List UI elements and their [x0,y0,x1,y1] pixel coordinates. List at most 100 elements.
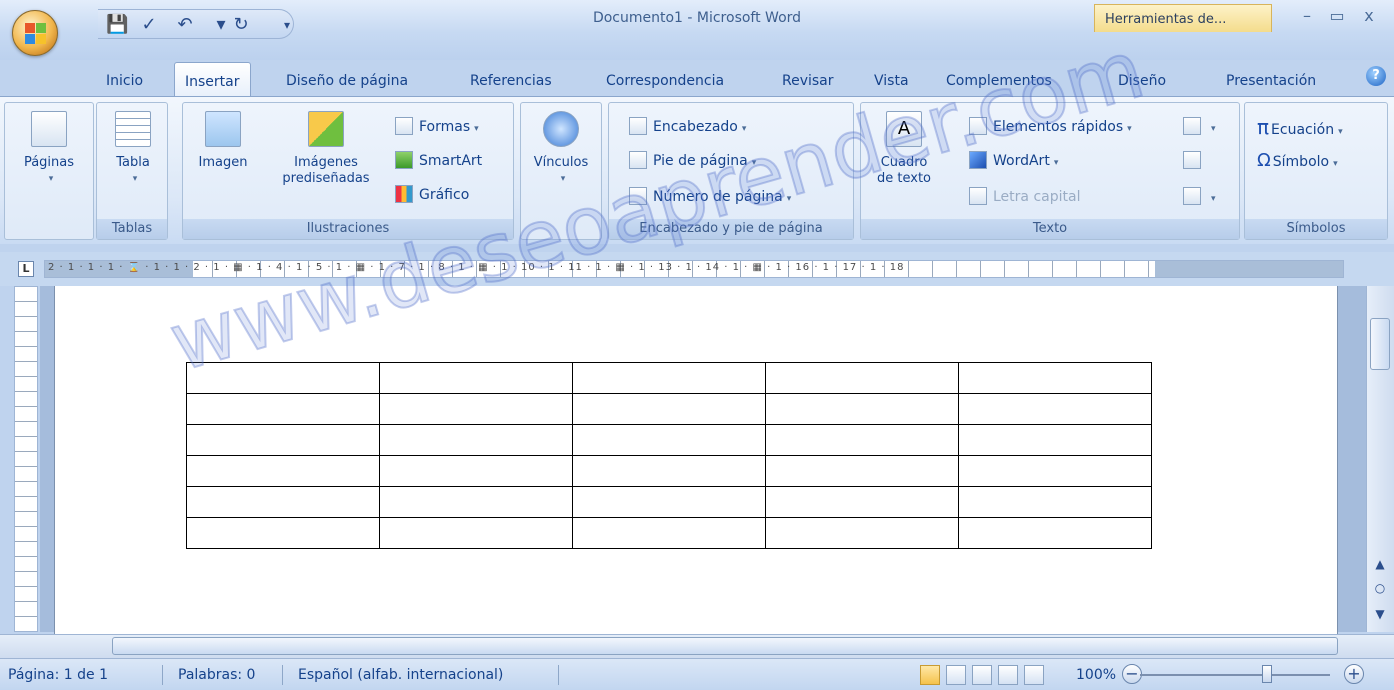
table-cell[interactable] [958,424,1152,456]
link-icon [543,111,579,147]
table-cell[interactable] [765,455,959,487]
signature-button[interactable]: ▾ [1183,115,1216,139]
tab-inicio[interactable]: Inicio [106,62,143,96]
elementos-label: Elementos rápidos [993,119,1124,135]
table-cell[interactable] [379,486,573,518]
zoom-in-button[interactable]: + [1344,664,1364,684]
tab-selector-button[interactable]: L [18,261,34,277]
horizontal-scroll-thumb[interactable] [112,637,1338,655]
document-table[interactable] [186,362,1152,549]
zoom-slider[interactable] [1140,674,1330,676]
table-cell[interactable] [379,362,573,394]
group-texto: A Cuadro de texto Elementos rápidos ▾ Wor… [860,102,1240,240]
ecuacion-label: Ecuación [1271,122,1335,138]
status-words[interactable]: Palabras: 0 [178,667,255,683]
help-icon[interactable]: ? [1366,66,1386,86]
table-cell[interactable] [186,455,380,487]
tab-revisar[interactable]: Revisar [782,62,834,96]
table-cell[interactable] [958,486,1152,518]
tab-insertar[interactable]: Insertar [174,62,251,96]
pie-pagina-button[interactable]: Pie de página ▾ [629,149,756,173]
tab-complementos[interactable]: Complementos [946,62,1052,96]
table-cell[interactable] [379,424,573,456]
tabla-button[interactable]: Tabla ▾ [103,111,163,187]
wordart-button[interactable]: WordArt ▾ [969,149,1058,173]
smartart-button[interactable]: SmartArt [395,149,482,173]
minimize-button[interactable]: – [1294,6,1320,28]
web-layout-view-icon[interactable] [972,665,992,685]
ecuacion-button[interactable]: π Ecuación ▾ [1257,115,1343,139]
tab-referencias[interactable]: Referencias [470,62,552,96]
paginas-button[interactable]: Páginas ▾ [13,111,85,187]
vinculos-button[interactable]: Vínculos ▾ [525,111,597,187]
wordart-icon [969,151,987,169]
tab-vista[interactable]: Vista [874,62,909,96]
grafico-button[interactable]: Gráfico [395,183,469,207]
table-cell[interactable] [765,517,959,549]
table-row [186,362,1152,394]
group-vinculos: Vínculos ▾ [520,102,602,240]
browse-object-icon[interactable]: ○ [1370,578,1390,598]
group-simbolos: π Ecuación ▾ Ω Símbolo ▾ Símbolos [1244,102,1388,240]
quick-parts-icon [969,117,987,135]
imagenes-prediseñadas-button[interactable]: Imágenes prediseñadas [271,111,381,187]
maximize-button[interactable]: ▭ [1324,6,1350,28]
table-cell[interactable] [186,486,380,518]
close-button[interactable]: x [1356,6,1382,28]
numero-pagina-button[interactable]: Número de página ▾ [629,185,791,209]
formas-button[interactable]: Formas ▾ [395,115,479,139]
draft-view-icon[interactable] [1024,665,1044,685]
table-cell[interactable] [765,362,959,394]
imagen-button[interactable]: Imagen [189,111,257,171]
encabezado-button[interactable]: Encabezado ▾ [629,115,746,139]
table-cell[interactable] [186,424,380,456]
vertical-ruler[interactable] [14,286,38,632]
full-screen-view-icon[interactable] [946,665,966,685]
group-label-ilustraciones: Ilustraciones [183,219,513,239]
table-cell[interactable] [572,362,766,394]
zoom-slider-thumb[interactable] [1262,665,1272,683]
table-cell[interactable] [572,517,766,549]
zoom-level[interactable]: 100% [1076,667,1116,683]
table-cell[interactable] [765,424,959,456]
table-cell[interactable] [379,393,573,425]
table-cell[interactable] [958,362,1152,394]
object-button[interactable]: ▾ [1183,185,1216,209]
next-page-icon[interactable]: ▼ [1370,604,1390,624]
zoom-out-button[interactable]: − [1122,664,1142,684]
table-cell[interactable] [765,393,959,425]
table-cell[interactable] [186,517,380,549]
table-cell[interactable] [958,393,1152,425]
table-cell[interactable] [572,455,766,487]
status-language[interactable]: Español (alfab. internacional) [298,667,503,683]
table-row [186,424,1152,456]
table-cell[interactable] [572,424,766,456]
vertical-scroll-thumb[interactable] [1370,318,1390,370]
letra-capital-button[interactable]: Letra capital [969,185,1080,209]
table-cell[interactable] [379,517,573,549]
elementos-caret-icon: ▾ [1127,124,1132,134]
table-cell[interactable] [765,486,959,518]
table-cell[interactable] [186,393,380,425]
tab-diseno-pagina[interactable]: Diseño de página [286,62,408,96]
table-cell[interactable] [958,455,1152,487]
tab-presentacion[interactable]: Presentación [1226,62,1316,96]
outline-view-icon[interactable] [998,665,1018,685]
table-cell[interactable] [958,517,1152,549]
tab-diseno[interactable]: Diseño [1118,62,1166,96]
date-time-button[interactable] [1183,149,1207,173]
tab-correspondencia[interactable]: Correspondencia [606,62,724,96]
print-layout-view-icon[interactable] [920,665,940,685]
table-cell[interactable] [186,362,380,394]
prev-page-icon[interactable]: ▲ [1370,554,1390,574]
table-cell[interactable] [572,486,766,518]
elementos-rapidos-button[interactable]: Elementos rápidos ▾ [969,115,1132,139]
status-separator [162,665,163,685]
smartart-label: SmartArt [419,153,483,169]
status-page[interactable]: Página: 1 de 1 [8,667,108,683]
table-cell[interactable] [572,393,766,425]
simbolo-button[interactable]: Ω Símbolo ▾ [1257,149,1338,173]
table-cell[interactable] [379,455,573,487]
cuadro-texto-button[interactable]: A Cuadro de texto [869,111,939,187]
context-tab-tools[interactable]: Herramientas de... [1094,4,1272,32]
